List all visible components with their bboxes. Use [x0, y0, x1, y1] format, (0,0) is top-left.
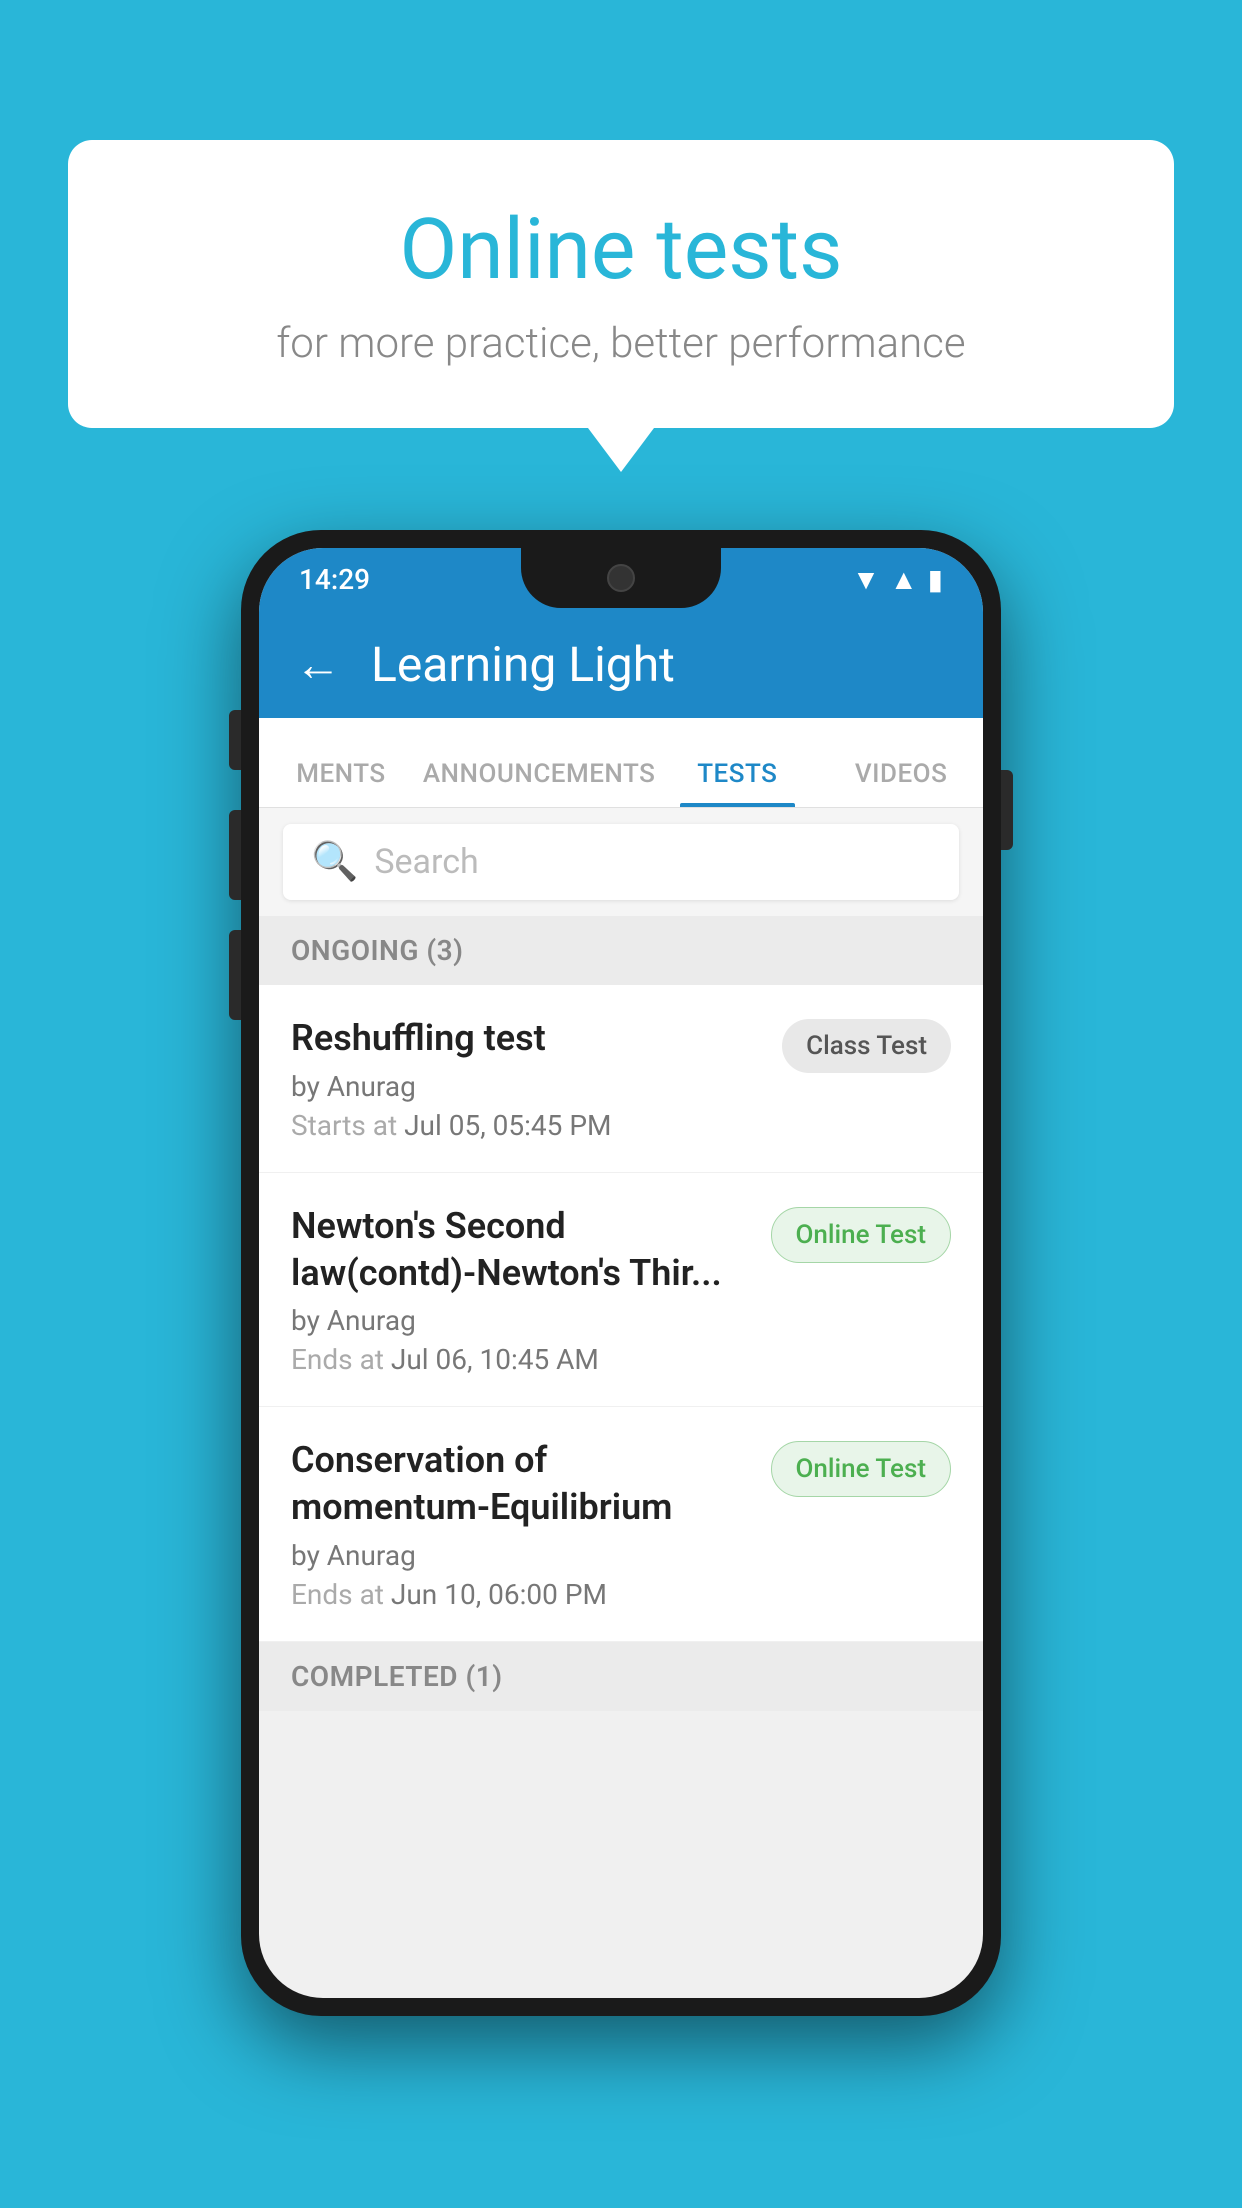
phone-notch [521, 548, 721, 608]
battery-icon: ▮ [928, 563, 943, 596]
test-list: Reshuffling test by Anurag Starts at Jul… [259, 985, 983, 1642]
phone-wrapper: 14:29 ▼ ▲ ▮ ← Learning Light MENTS ANNOU… [241, 530, 1001, 2016]
test-info-3: Conservation of momentum-Equilibrium by … [291, 1437, 755, 1611]
test-item-3[interactable]: Conservation of momentum-Equilibrium by … [259, 1407, 983, 1642]
back-button[interactable]: ← [295, 637, 341, 692]
test-author-2: by Anurag [291, 1304, 755, 1337]
test-time-label-2: Ends at [291, 1343, 384, 1376]
status-icons: ▼ ▲ ▮ [852, 563, 943, 596]
phone-outer: 14:29 ▼ ▲ ▮ ← Learning Light MENTS ANNOU… [241, 530, 1001, 2016]
bubble-title: Online tests [148, 200, 1094, 299]
phone-camera [607, 564, 635, 592]
tab-tests[interactable]: TESTS [655, 759, 819, 807]
search-container: 🔍 Search [259, 808, 983, 916]
test-author-3: by Anurag [291, 1539, 755, 1572]
test-badge-2: Online Test [771, 1207, 952, 1263]
ongoing-section-header: ONGOING (3) [259, 916, 983, 985]
status-time: 14:29 [299, 563, 370, 596]
speech-bubble: Online tests for more practice, better p… [68, 140, 1174, 428]
tab-videos[interactable]: VIDEOS [819, 759, 983, 807]
test-item-1[interactable]: Reshuffling test by Anurag Starts at Jul… [259, 985, 983, 1173]
test-name-3: Conservation of momentum-Equilibrium [291, 1437, 755, 1531]
test-time-value-3: Jun 10, 06:00 PM [391, 1578, 607, 1611]
test-item-2[interactable]: Newton's Second law(contd)-Newton's Thir… [259, 1173, 983, 1408]
test-time-1: Starts at Jul 05, 05:45 PM [291, 1109, 766, 1142]
tab-ments[interactable]: MENTS [259, 759, 423, 807]
phone-screen: 14:29 ▼ ▲ ▮ ← Learning Light MENTS ANNOU… [259, 548, 983, 1998]
power-button [1001, 770, 1013, 850]
signal-icon: ▲ [890, 563, 918, 596]
app-header: ← Learning Light [259, 610, 983, 718]
test-info-1: Reshuffling test by Anurag Starts at Jul… [291, 1015, 766, 1142]
test-badge-3: Online Test [771, 1441, 952, 1497]
bubble-subtitle: for more practice, better performance [148, 319, 1094, 368]
app-title: Learning Light [371, 636, 675, 693]
search-bar[interactable]: 🔍 Search [283, 824, 959, 900]
test-info-2: Newton's Second law(contd)-Newton's Thir… [291, 1203, 755, 1377]
test-time-value-2: Jul 06, 10:45 AM [391, 1343, 599, 1376]
test-time-label-3: Ends at [291, 1578, 384, 1611]
test-time-value-1: Jul 05, 05:45 PM [404, 1109, 611, 1142]
wifi-icon: ▼ [852, 563, 880, 596]
completed-section-header: COMPLETED (1) [259, 1642, 983, 1711]
silent-button [229, 710, 241, 770]
volume-up-button [229, 810, 241, 900]
test-time-2: Ends at Jul 06, 10:45 AM [291, 1343, 755, 1376]
tab-announcements[interactable]: ANNOUNCEMENTS [423, 759, 656, 807]
test-time-3: Ends at Jun 10, 06:00 PM [291, 1578, 755, 1611]
search-icon: 🔍 [311, 840, 358, 884]
tabs-bar: MENTS ANNOUNCEMENTS TESTS VIDEOS [259, 718, 983, 808]
volume-down-button [229, 930, 241, 1020]
test-badge-1: Class Test [782, 1019, 951, 1073]
test-name-2: Newton's Second law(contd)-Newton's Thir… [291, 1203, 755, 1297]
speech-bubble-container: Online tests for more practice, better p… [68, 140, 1174, 428]
test-author-1: by Anurag [291, 1070, 766, 1103]
search-input[interactable]: Search [374, 842, 478, 882]
test-name-1: Reshuffling test [291, 1015, 766, 1062]
test-time-label-1: Starts at [291, 1109, 397, 1142]
